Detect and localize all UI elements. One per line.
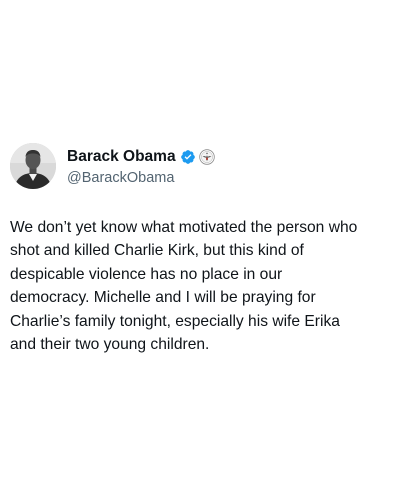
tweet-text-line: Charlie’s family tonight, especially his…	[10, 312, 340, 330]
avatar-photo-icon	[10, 143, 56, 189]
name-row: Barack Obama	[67, 147, 215, 167]
tweet-card: Barack Obama @BarackObama We don’t yet k…	[0, 0, 400, 500]
tweet-text-line: and their two young children.	[10, 336, 210, 354]
author-handle[interactable]: @BarackObama	[67, 170, 215, 186]
tweet-text-line: despicable violence has no place in our	[10, 265, 283, 283]
author-identity: Barack Obama @BarackObama	[67, 147, 215, 186]
avatar[interactable]	[10, 143, 56, 189]
display-name[interactable]: Barack Obama	[67, 148, 176, 166]
tweet-header: Barack Obama @BarackObama	[10, 143, 215, 189]
tweet-text-line: shot and killed Charlie Kirk, but this k…	[10, 242, 304, 260]
tweet-text-line: We don’t yet know what motivated the per…	[10, 219, 358, 236]
government-seal-icon[interactable]	[198, 148, 215, 165]
tweet-text-line: democracy. Michelle and I will be prayin…	[10, 289, 316, 307]
verified-badge-icon[interactable]	[180, 149, 196, 165]
tweet-text: We don’t yet know what motivated the per…	[10, 216, 394, 356]
